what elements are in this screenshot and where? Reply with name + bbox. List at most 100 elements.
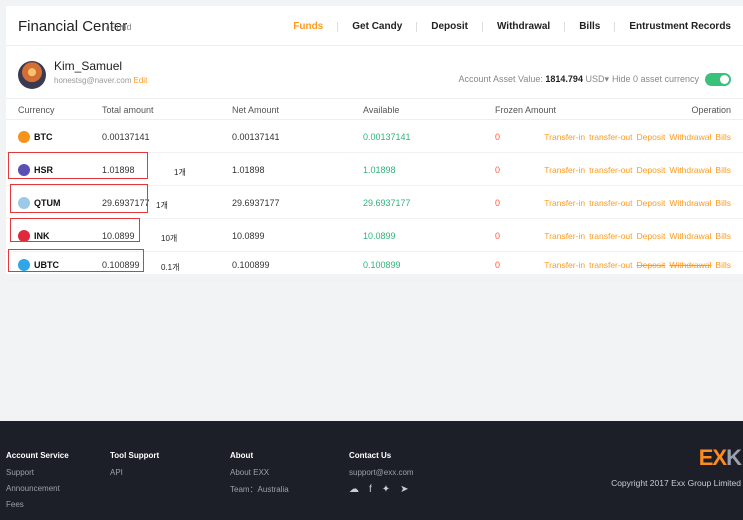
edit-link[interactable]: Edit: [134, 76, 148, 85]
handwritten-note: 0.1개: [161, 263, 180, 272]
top-bar: Financial Center / Fund Funds Get Candy …: [6, 6, 743, 46]
withdrawal-link[interactable]: Withdrawal: [669, 132, 711, 142]
bills-link[interactable]: Bills: [715, 132, 731, 142]
copyright: Copyright 2017 Exx Group Limited: [611, 478, 741, 488]
avatar: [18, 61, 46, 89]
footer-email-link[interactable]: support@exx.com: [349, 468, 414, 477]
operations: Transfer-in transfer-out Deposit Withdrawal…: [540, 132, 731, 142]
nav-divider: [337, 21, 339, 32]
operations: Transfer-in transfer-out Deposit Withdrawal…: [540, 260, 731, 270]
header-available: Available: [363, 105, 400, 115]
email-text: honestsg@naver.com: [54, 76, 132, 85]
financial-panel: Financial Center / Fund Funds Get Candy …: [6, 6, 743, 281]
transfer-in-link[interactable]: Transfer-in: [544, 132, 585, 142]
transfer-out-link[interactable]: transfer-out: [589, 260, 632, 270]
nav-divider: [614, 21, 616, 32]
available-amount: 29.6937177: [363, 198, 411, 208]
net-amount: 0.00137141: [232, 132, 280, 142]
twitter-icon[interactable]: ✦: [382, 484, 390, 495]
operations: Transfer-in transfer-out Deposit Withdrawal…: [540, 165, 731, 175]
footer-link-fees[interactable]: Fees: [6, 500, 69, 509]
footer-account-service: Account Service Support Announcement Fee…: [6, 451, 69, 516]
deposit-link[interactable]: Deposit: [637, 165, 666, 175]
withdrawal-link[interactable]: Withdrawal: [669, 260, 711, 270]
currency-name: BTC: [34, 132, 53, 142]
deposit-link[interactable]: Deposit: [637, 260, 666, 270]
bills-link[interactable]: Bills: [715, 231, 731, 241]
available-amount: 10.0899: [363, 231, 396, 241]
total-amount: 0.00137141: [102, 132, 150, 142]
header-net: Net Amount: [232, 105, 280, 115]
bills-link[interactable]: Bills: [715, 165, 731, 175]
highlight-box: [10, 184, 148, 213]
transfer-in-link[interactable]: Transfer-in: [544, 231, 585, 241]
net-amount: 0.100899: [232, 260, 270, 270]
asset-value: Account Asset Value: 1814.794 USD▾: [459, 74, 610, 85]
deposit-link[interactable]: Deposit: [637, 231, 666, 241]
withdrawal-link[interactable]: Withdrawal: [669, 231, 711, 241]
breadcrumb: / Fund: [106, 22, 132, 32]
table-header: Currency Total amount Net Amount Availab…: [6, 100, 743, 120]
facebook-icon[interactable]: f: [369, 484, 372, 495]
toggle-knob: [720, 75, 729, 84]
nav-deposit[interactable]: Deposit: [431, 21, 468, 32]
asset-amount: 1814.794: [545, 74, 583, 84]
transfer-in-link[interactable]: Transfer-in: [544, 260, 585, 270]
btc-icon: [18, 131, 30, 143]
withdrawal-link[interactable]: Withdrawal: [669, 165, 711, 175]
transfer-out-link[interactable]: transfer-out: [589, 132, 632, 142]
bills-link[interactable]: Bills: [715, 260, 731, 270]
available-amount: 0.100899: [363, 260, 401, 270]
nav-get-candy[interactable]: Get Candy: [352, 21, 402, 32]
bills-link[interactable]: Bills: [715, 198, 731, 208]
nav-funds[interactable]: Funds: [293, 21, 323, 32]
asset-unit-select[interactable]: USD▾: [585, 74, 609, 84]
highlight-box: [8, 152, 148, 179]
transfer-out-link[interactable]: transfer-out: [589, 231, 632, 241]
user-email: honestsg@naver.com Edit: [54, 76, 147, 85]
footer-heading: Tool Support: [110, 451, 160, 460]
hide-zero-toggle[interactable]: [705, 73, 731, 86]
nav-withdrawal[interactable]: Withdrawal: [497, 21, 550, 32]
nav-entrustment-records[interactable]: Entrustment Records: [629, 21, 731, 32]
frozen-amount: 0: [495, 132, 501, 142]
highlight-box: [8, 249, 144, 272]
nav-divider: [416, 21, 418, 32]
footer-link-api[interactable]: API: [110, 468, 159, 477]
transfer-out-link[interactable]: transfer-out: [589, 198, 632, 208]
header-total: Total amount: [102, 105, 154, 115]
footer-contact: Contact Us support@exx.com ☁ f ✦ ➤: [349, 451, 414, 495]
deposit-link[interactable]: Deposit: [637, 132, 666, 142]
logo-k: K: [726, 445, 742, 470]
footer-link-about-exx[interactable]: About EXX: [230, 468, 289, 477]
user-bar: Kim_Samuel honestsg@naver.com Edit Accoun…: [6, 47, 743, 99]
exx-logo: EXK: [699, 445, 742, 471]
telegram-icon[interactable]: ➤: [400, 484, 408, 495]
frozen-amount: 0: [495, 231, 501, 241]
deposit-link[interactable]: Deposit: [637, 198, 666, 208]
header-operation: Operation: [691, 105, 731, 115]
footer-link-support[interactable]: Support: [6, 468, 69, 477]
footer-tool-support: Tool Support API: [110, 451, 159, 484]
transfer-in-link[interactable]: Transfer-in: [544, 165, 585, 175]
header-frozen: Frozen Amount: [495, 105, 557, 115]
footer-link-announcement[interactable]: Announcement: [6, 484, 69, 493]
operations: Transfer-in transfer-out Deposit Withdrawal…: [540, 231, 731, 241]
social-icons: ☁ f ✦ ➤: [349, 484, 414, 495]
operations: Transfer-in transfer-out Deposit Withdrawal…: [540, 198, 731, 208]
wechat-icon[interactable]: ☁: [349, 484, 359, 495]
net-amount: 29.6937177: [232, 198, 280, 208]
nav-bills[interactable]: Bills: [579, 21, 600, 32]
nav-divider: [564, 21, 566, 32]
withdrawal-link[interactable]: Withdrawal: [669, 198, 711, 208]
frozen-amount: 0: [495, 198, 501, 208]
user-name: Kim_Samuel: [54, 59, 123, 73]
footer-team: Team：Australia: [230, 485, 289, 494]
asset-label: Account Asset Value:: [458, 74, 543, 84]
handwritten-note: 1개: [174, 168, 186, 177]
nav-divider: [481, 21, 483, 32]
footer-about: About About EXX Team：Australia: [230, 451, 289, 502]
transfer-out-link[interactable]: transfer-out: [589, 165, 632, 175]
transfer-in-link[interactable]: Transfer-in: [544, 198, 585, 208]
handwritten-note: 10개: [161, 234, 178, 243]
